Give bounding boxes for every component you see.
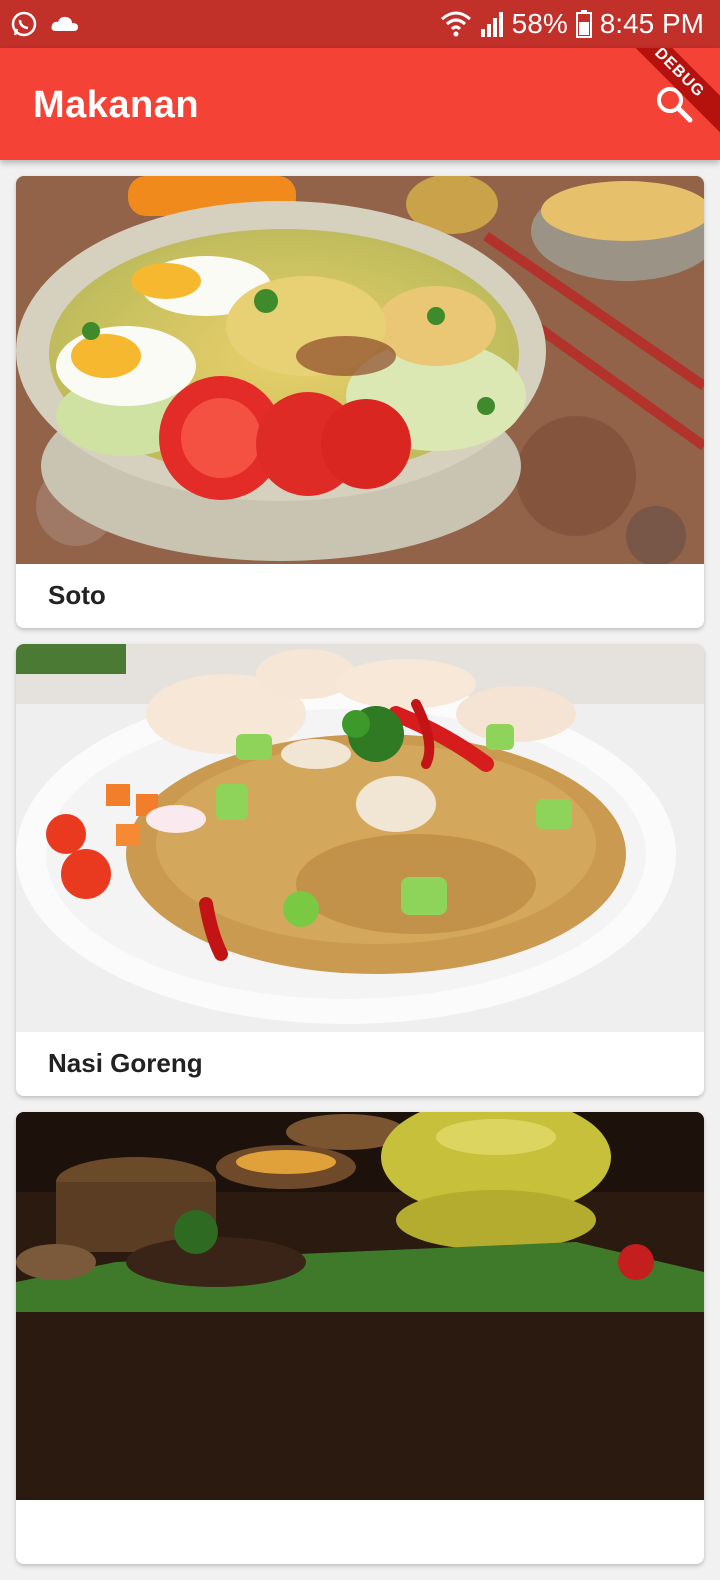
cloud-icon [50,13,80,35]
food-card-nasi-goreng[interactable]: Nasi Goreng [16,644,704,1096]
status-bar: 58% 8:45 PM [0,0,720,48]
battery-percent: 58% [511,8,568,39]
food-card-3[interactable] [16,1112,704,1564]
signal-icon [480,11,504,37]
food-image [16,644,704,1032]
food-image [16,1112,704,1500]
page-title: Makanan [33,84,200,126]
wifi-icon [440,11,472,37]
food-list: Soto Nasi Goreng [16,176,704,1580]
battery-icon [575,10,592,38]
clock: 8:45 PM [599,8,704,39]
food-name: Soto [48,580,106,610]
food-card-soto[interactable]: Soto [16,176,704,628]
whatsapp-icon [10,10,38,38]
food-image [16,176,704,564]
app-bar: Makanan DEBUG [0,48,720,160]
food-name: Nasi Goreng [48,1048,203,1078]
